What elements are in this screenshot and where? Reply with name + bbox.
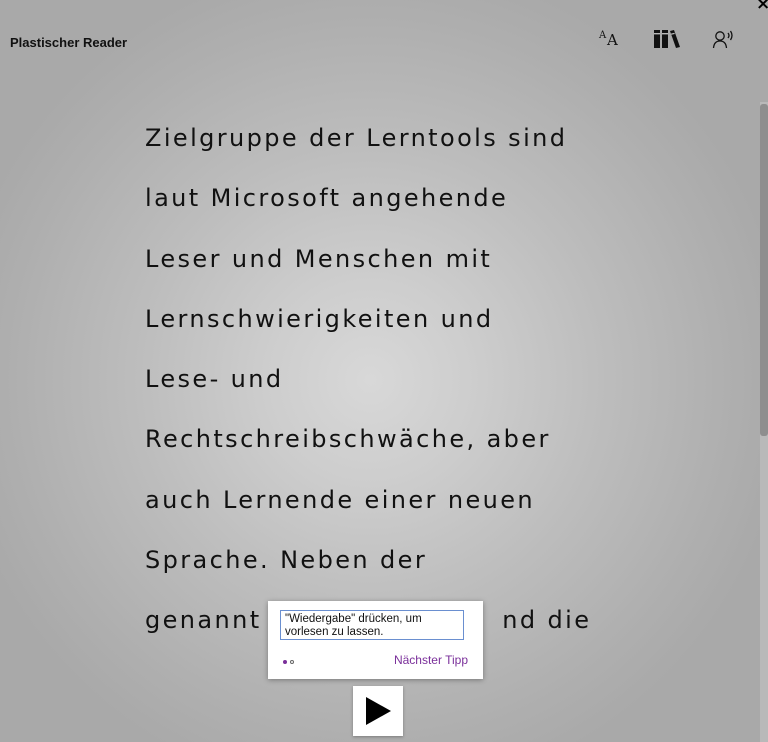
app-title: Plastischer Reader bbox=[10, 35, 128, 50]
tip-step-dot-inactive bbox=[290, 660, 294, 664]
text-line: auch Lernende einer neuen bbox=[145, 485, 535, 514]
close-button[interactable]: × bbox=[756, 0, 768, 13]
text-preferences-button[interactable]: AA bbox=[598, 28, 624, 50]
tip-step-dot-active bbox=[283, 660, 287, 664]
tip-step-indicator bbox=[283, 660, 294, 664]
text-line: Zielgruppe der Lerntools sind bbox=[145, 124, 568, 152]
text-line: laut Microsoft angehende bbox=[145, 184, 509, 213]
grammar-options-button[interactable] bbox=[652, 28, 682, 50]
text-line: Rechtschreibschwäche, aber bbox=[145, 425, 551, 454]
next-tip-link[interactable]: Nächster Tipp bbox=[394, 653, 468, 667]
tip-popup: "Wiedergabe" drücken, um vorlesen zu las… bbox=[268, 601, 483, 679]
play-button[interactable] bbox=[353, 686, 403, 736]
text-line: Sprache. Neben der bbox=[145, 546, 428, 575]
text-line: Leser und Menschen mit bbox=[145, 244, 493, 273]
scrollbar-thumb[interactable] bbox=[760, 104, 768, 436]
play-icon bbox=[366, 697, 391, 725]
text-line: Lese- und bbox=[145, 365, 284, 394]
voice-options-button[interactable] bbox=[712, 28, 738, 50]
reading-text: Zielgruppe der Lerntools sind laut Micro… bbox=[145, 108, 745, 674]
text-line: Lernschwierigkeiten und bbox=[145, 304, 494, 333]
text-preferences-icon: AA bbox=[599, 30, 618, 49]
tip-text: "Wiedergabe" drücken, um vorlesen zu las… bbox=[280, 610, 464, 640]
voice-options-icon bbox=[712, 30, 733, 49]
grammar-options-icon bbox=[654, 30, 680, 48]
